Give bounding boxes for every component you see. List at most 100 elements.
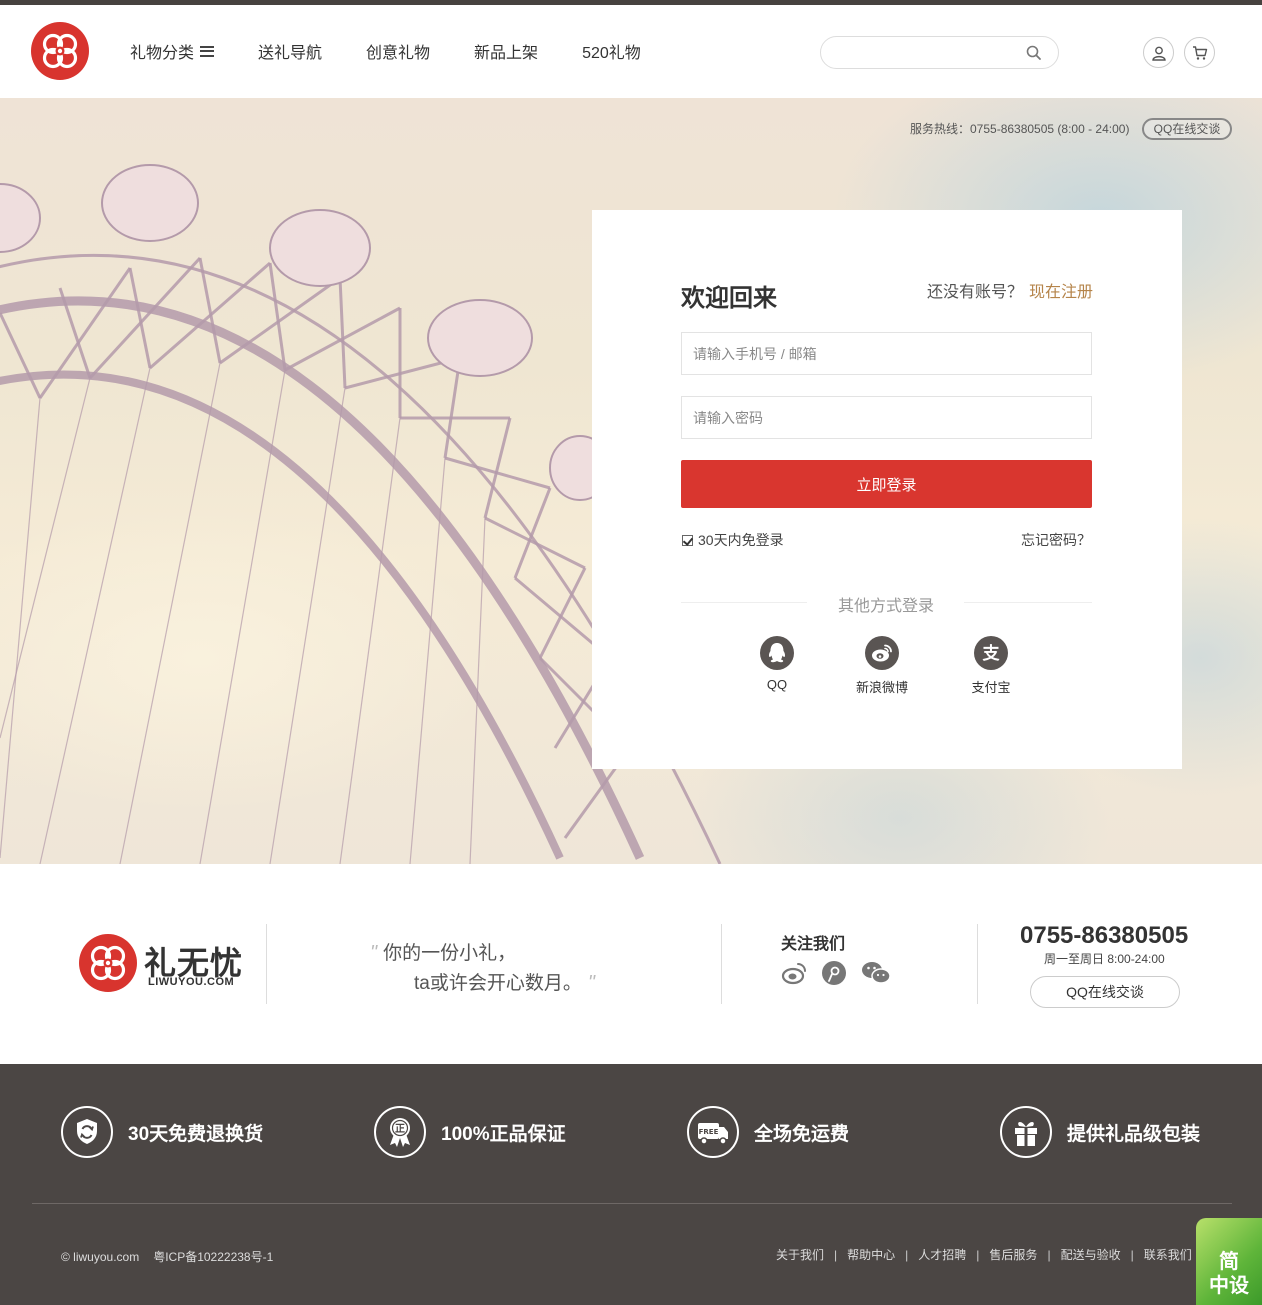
nav-item-gift-guide[interactable]: 送礼导航	[258, 39, 322, 63]
feature-gift-packaging: 提供礼品级包装	[1000, 1106, 1200, 1158]
footer-qq-chat-button[interactable]: QQ在线交谈	[1030, 976, 1180, 1008]
phone-email-input[interactable]	[682, 333, 1091, 374]
cart-button[interactable]	[1184, 37, 1215, 68]
icp-number[interactable]: 粤ICP备10222238号-1	[153, 1250, 273, 1264]
register-prompt: 还没有账号？ 现在注册	[927, 278, 1093, 302]
footer-logo	[79, 934, 137, 992]
site-logo[interactable]	[31, 22, 89, 80]
user-account-button[interactable]	[1143, 37, 1174, 68]
gift-box-icon	[1000, 1106, 1052, 1158]
forgot-password-link[interactable]: 忘记密码？	[1021, 530, 1091, 550]
feature-label: 提供礼品级包装	[1067, 1123, 1201, 1145]
feature-label: 100%正品保证	[441, 1123, 566, 1145]
tencent-weibo-icon[interactable]	[821, 960, 849, 986]
qq-icon	[760, 636, 794, 670]
slogan-line-2: ta或许会开心数月。 "	[414, 968, 601, 995]
link-separator: |	[905, 1248, 909, 1262]
alipay-icon: 支	[974, 636, 1008, 670]
remember-me[interactable]: 30天内免登录	[682, 530, 784, 550]
feature-label: 30天免费退换货	[128, 1123, 264, 1145]
register-link[interactable]: 现在注册	[1029, 284, 1093, 301]
feature-return: 30天免费退换货	[61, 1106, 263, 1158]
follow-us-title: 关注我们	[781, 936, 846, 953]
remember-checkbox[interactable]	[682, 534, 693, 546]
footer-separator	[32, 1203, 1232, 1204]
cart-icon	[1193, 46, 1208, 60]
svg-text:正: 正	[395, 1123, 405, 1135]
nav-item-gift-category[interactable]: 礼物分类	[130, 39, 215, 63]
footer-link-delivery[interactable]: 配送与验收	[1061, 1248, 1121, 1262]
footer-bottom: 30天免费退换货 正 100%正品保证 FREE 全场免运费 提供礼品级包装 ©…	[0, 1064, 1262, 1305]
footer-info: 礼无忧 LIWUYOU.COM " 你的一份小礼， ta或许会开心数月。 " 关注我…	[0, 864, 1262, 1064]
nav-label: 礼物分类	[130, 45, 195, 62]
search-input[interactable]	[835, 37, 1025, 68]
footer-link-careers[interactable]: 人才招聘	[918, 1248, 966, 1262]
password-input[interactable]	[682, 397, 1091, 438]
login-button[interactable]: 立即登录	[681, 460, 1092, 508]
nav-item-new-arrivals[interactable]: 新品上架	[474, 39, 538, 63]
footer-link-help[interactable]: 帮助中心	[847, 1248, 895, 1262]
link-separator: |	[1130, 1248, 1134, 1262]
other-login-title: 其他方式登录	[838, 598, 935, 615]
footer-link-contact[interactable]: 联系我们	[1144, 1248, 1192, 1262]
footer-divider	[721, 924, 722, 1004]
weibo-icon[interactable]	[781, 960, 809, 986]
divider-left	[681, 602, 807, 603]
search-box	[820, 36, 1059, 69]
social-label: QQ	[766, 677, 788, 692]
footer-hours: 周一至周日 8:00-24:00	[1044, 952, 1165, 966]
social-label: 支付宝	[971, 680, 1011, 695]
footer-brand-domain: LIWUYOU.COM	[148, 976, 235, 988]
logo-flower-icon	[42, 33, 78, 69]
svg-text:支: 支	[983, 643, 1001, 664]
feature-genuine: 正 100%正品保证	[374, 1106, 566, 1158]
badge-line-1: 简	[1219, 1251, 1239, 1273]
password-field	[681, 396, 1092, 439]
main-nav: 礼物分类 送礼导航 创意礼物 新品上架 520礼物	[130, 39, 685, 63]
logo-flower-icon	[90, 945, 126, 981]
social-label: 新浪微博	[855, 680, 908, 695]
open-quote-icon: "	[370, 942, 378, 964]
close-quote-icon: "	[587, 972, 595, 994]
slogan-line-1: " 你的一份小礼，	[364, 938, 516, 965]
feature-label: 全场免运费	[754, 1123, 850, 1145]
follow-icons	[781, 960, 901, 986]
login-alipay[interactable]: 支 支付宝	[956, 636, 1026, 696]
footer-links: 关于我们 | 帮助中心 | 人才招聘 | 售后服务 | 配送与验收 | 联系我们	[776, 1246, 1192, 1263]
login-weibo[interactable]: 新浪微博	[847, 636, 917, 696]
badge-line-2: 中设	[1209, 1275, 1249, 1297]
footer-link-about[interactable]: 关于我们	[776, 1248, 824, 1262]
no-account-text: 还没有账号？	[927, 284, 1024, 301]
shield-return-icon	[61, 1106, 113, 1158]
link-separator: |	[976, 1248, 980, 1262]
footer-phone: 0755-86380505	[1020, 922, 1189, 949]
weibo-icon	[865, 636, 899, 670]
genuine-medal-icon: 正	[374, 1106, 426, 1158]
login-title: 欢迎回来	[681, 285, 777, 312]
slogan-text: ta或许会开心数月。	[414, 973, 582, 994]
footer-divider	[977, 924, 978, 1004]
phone-email-field	[681, 332, 1092, 375]
feature-free-shipping: FREE 全场免运费	[687, 1106, 849, 1158]
login-qq[interactable]: QQ	[742, 636, 812, 692]
slogan-text: 你的一份小礼，	[383, 943, 517, 964]
wechat-icon[interactable]	[861, 960, 891, 986]
nav-item-creative-gifts[interactable]: 创意礼物	[366, 39, 430, 63]
user-icon	[1152, 46, 1166, 61]
search-icon[interactable]	[1026, 45, 1042, 61]
qq-chat-button[interactable]: QQ在线交谈	[1142, 118, 1232, 140]
site-header: 礼物分类 送礼导航 创意礼物 新品上架 520礼物	[0, 5, 1262, 98]
copyright: © liwuyou.com 粤ICP备10222238号-1	[61, 1248, 287, 1265]
nav-item-520-gifts[interactable]: 520礼物	[582, 39, 641, 63]
divider-right	[964, 602, 1092, 603]
login-card: 欢迎回来 还没有账号？ 现在注册 立即登录 30天内免登录 忘记密码？ 其他方式登…	[592, 210, 1182, 769]
svg-text:FREE: FREE	[699, 1128, 719, 1136]
remember-label: 30天内免登录	[698, 532, 784, 548]
footer-divider	[266, 924, 267, 1004]
floating-badge[interactable]: 简 中设	[1196, 1218, 1262, 1305]
free-delivery-truck-icon: FREE	[687, 1106, 739, 1158]
menu-icon	[200, 45, 215, 57]
footer-link-after-sales[interactable]: 售后服务	[989, 1248, 1037, 1262]
link-separator: |	[1047, 1248, 1051, 1262]
service-hotline: 服务热线：0755-86380505 (8:00 - 24:00)	[910, 122, 1130, 136]
